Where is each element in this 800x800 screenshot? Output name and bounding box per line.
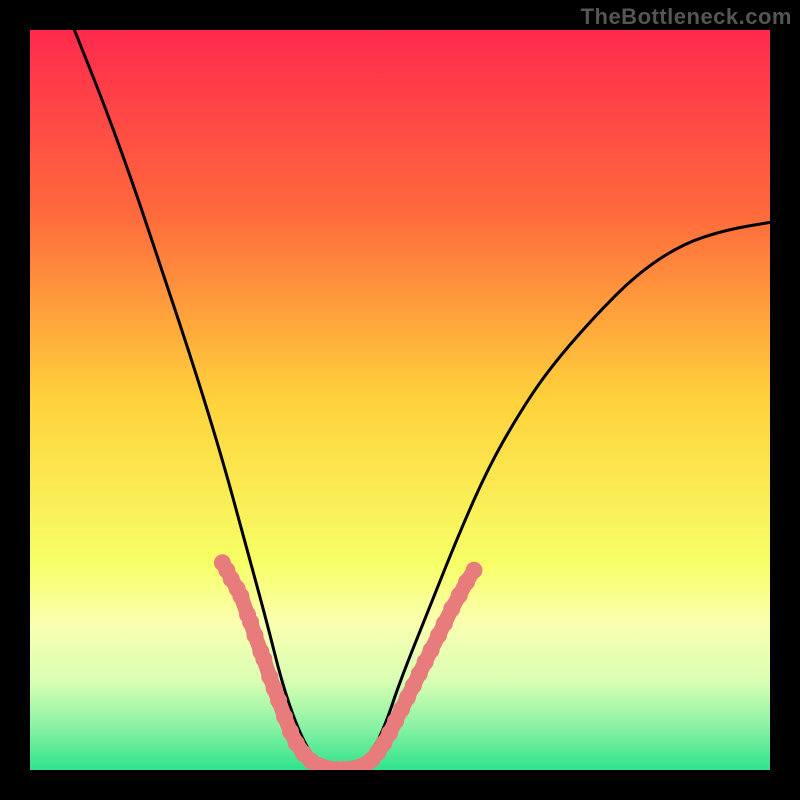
- dot: [255, 651, 272, 668]
- dot: [270, 692, 287, 709]
- watermark-text: TheBottleneck.com: [581, 4, 792, 30]
- bottleneck-chart: [30, 30, 770, 770]
- dot: [436, 615, 453, 632]
- gradient-background: [30, 30, 770, 770]
- dot: [423, 642, 440, 659]
- dot: [232, 588, 249, 605]
- dot: [466, 562, 483, 579]
- chart-frame: [30, 30, 770, 770]
- dot: [276, 708, 293, 725]
- dot: [246, 627, 263, 644]
